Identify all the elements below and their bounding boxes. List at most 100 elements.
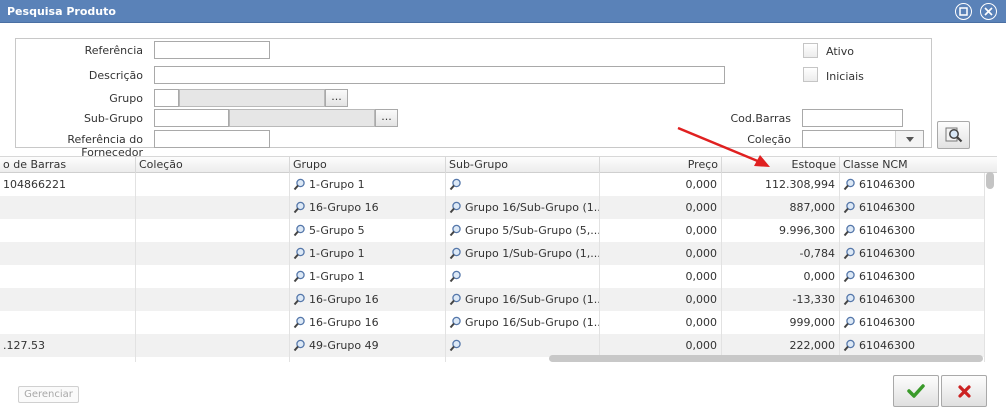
lookup-icon[interactable] bbox=[449, 339, 462, 352]
cell-classe-ncm-text: 61046300 bbox=[859, 201, 915, 214]
table-row[interactable]: 1-Grupo 1 0,000 0,000 61046300 bbox=[0, 265, 985, 288]
descricao-input[interactable] bbox=[154, 66, 725, 84]
lookup-icon[interactable] bbox=[293, 224, 306, 237]
cell-classe-ncm: 61046300 bbox=[840, 219, 985, 242]
subgrupo-lookup-button[interactable]: ... bbox=[375, 109, 398, 127]
chevron-down-icon[interactable] bbox=[895, 131, 923, 147]
lookup-icon[interactable] bbox=[449, 178, 462, 191]
cell-preco: 0,000 bbox=[600, 173, 722, 196]
cell-estoque: 112.308,994 bbox=[722, 173, 840, 196]
lookup-icon[interactable] bbox=[843, 339, 856, 352]
cell-preco-text: 0,000 bbox=[685, 316, 718, 329]
cell-classe-ncm: 61046300 bbox=[840, 196, 985, 219]
cell-colecao bbox=[136, 219, 290, 242]
lookup-icon[interactable] bbox=[293, 247, 306, 260]
column-header-subgrupo[interactable]: Sub-Grupo bbox=[446, 157, 600, 173]
lookup-icon[interactable] bbox=[449, 293, 462, 306]
lookup-icon[interactable] bbox=[843, 178, 856, 191]
cell-estoque: -0,784 bbox=[722, 242, 840, 265]
iniciais-checkbox[interactable] bbox=[803, 67, 818, 82]
cell-grupo-text: 1-Grupo 1 bbox=[309, 178, 365, 191]
cell-colecao bbox=[136, 311, 290, 334]
cell-grupo: 1-Grupo 1 bbox=[290, 173, 446, 196]
grupo-code-input[interactable] bbox=[154, 89, 179, 107]
column-header-cod-barras[interactable]: o de Barras bbox=[0, 157, 136, 173]
cell-preco: 0,000 bbox=[600, 311, 722, 334]
cell-grupo: 16-Grupo 16 bbox=[290, 311, 446, 334]
lookup-icon[interactable] bbox=[843, 201, 856, 214]
vertical-scrollbar[interactable] bbox=[986, 172, 994, 362]
cell-preco: 0,000 bbox=[600, 288, 722, 311]
cell-preco: 0,000 bbox=[600, 219, 722, 242]
lookup-icon[interactable] bbox=[449, 316, 462, 329]
referencia-input[interactable] bbox=[154, 41, 270, 59]
confirm-button[interactable] bbox=[893, 375, 939, 407]
cell-grupo: 5-Grupo 5 bbox=[290, 219, 446, 242]
maximize-icon bbox=[959, 7, 968, 16]
cell-preco: 0,000 bbox=[600, 334, 722, 357]
table-row[interactable]: 104866221 1-Grupo 1 0,000 112.308,994 610463… bbox=[0, 173, 985, 196]
cell-preco-text: 0,000 bbox=[685, 339, 718, 352]
table-row[interactable]: 1-Grupo 1 Grupo 1/Sub-Grupo (1,... 0,000 -0… bbox=[0, 242, 985, 265]
grupo-lookup-button[interactable]: ... bbox=[325, 89, 348, 107]
maximize-button[interactable] bbox=[955, 3, 972, 20]
cell-preco: 0,000 bbox=[600, 196, 722, 219]
cell-grupo-text: 16-Grupo 16 bbox=[309, 293, 379, 306]
close-button[interactable] bbox=[980, 3, 997, 20]
ref-fornecedor-input[interactable] bbox=[154, 130, 270, 148]
cell-subgrupo bbox=[446, 334, 600, 357]
cell-cod-barras bbox=[0, 311, 136, 334]
manage-button[interactable]: Gerenciar bbox=[18, 386, 79, 403]
close-icon bbox=[984, 7, 993, 16]
vertical-scroll-thumb[interactable] bbox=[986, 172, 994, 189]
lookup-icon[interactable] bbox=[293, 339, 306, 352]
cell-colecao bbox=[136, 173, 290, 196]
cell-grupo: 49-Grupo 49 bbox=[290, 334, 446, 357]
lookup-icon[interactable] bbox=[449, 270, 462, 283]
cell-preco-text: 0,000 bbox=[685, 247, 718, 260]
cell-colecao bbox=[136, 242, 290, 265]
lookup-icon[interactable] bbox=[293, 270, 306, 283]
cell-preco-text: 0,000 bbox=[685, 178, 718, 191]
cell-preco-text: 0,000 bbox=[685, 293, 718, 306]
lookup-icon[interactable] bbox=[293, 178, 306, 191]
lookup-icon[interactable] bbox=[449, 224, 462, 237]
cell-preco-text: 0,000 bbox=[685, 270, 718, 283]
ativo-checkbox[interactable] bbox=[803, 43, 818, 58]
lookup-icon[interactable] bbox=[843, 270, 856, 283]
table-row[interactable]: 16-Grupo 16 Grupo 16/Sub-Grupo (1... 0,000… bbox=[0, 311, 985, 334]
cell-classe-ncm-text: 61046300 bbox=[859, 316, 915, 329]
cell-estoque-text: 999,000 bbox=[789, 316, 836, 329]
cell-cod-barras bbox=[0, 242, 136, 265]
column-header-classe-ncm[interactable]: Classe NCM bbox=[840, 157, 997, 173]
lookup-icon[interactable] bbox=[293, 293, 306, 306]
cell-colecao bbox=[136, 357, 290, 362]
cell-classe-ncm: 61046300 bbox=[840, 311, 985, 334]
lookup-icon[interactable] bbox=[843, 293, 856, 306]
cell-subgrupo-text: Grupo 5/Sub-Grupo (5,... bbox=[465, 224, 600, 237]
cod-barras-input[interactable] bbox=[802, 109, 903, 127]
cell-subgrupo bbox=[446, 265, 600, 288]
lookup-icon[interactable] bbox=[293, 316, 306, 329]
lookup-icon[interactable] bbox=[843, 247, 856, 260]
lookup-icon[interactable] bbox=[293, 201, 306, 214]
cancel-button[interactable] bbox=[941, 375, 987, 407]
lookup-icon[interactable] bbox=[843, 316, 856, 329]
lookup-icon[interactable] bbox=[843, 224, 856, 237]
table-row[interactable]: 16-Grupo 16 Grupo 16/Sub-Grupo (1... 0,000… bbox=[0, 288, 985, 311]
table-row[interactable]: .127.53 49-Grupo 49 0,000 222,000 61046300 bbox=[0, 334, 985, 357]
lookup-icon[interactable] bbox=[449, 201, 462, 214]
column-header-grupo[interactable]: Grupo bbox=[290, 157, 446, 173]
lookup-icon[interactable] bbox=[449, 247, 462, 260]
column-header-colecao[interactable]: Coleção bbox=[136, 157, 290, 173]
horizontal-scrollbar[interactable] bbox=[549, 355, 983, 362]
table-row[interactable]: 5-Grupo 5 Grupo 5/Sub-Grupo (5,... 0,000 9.… bbox=[0, 219, 985, 242]
cell-classe-ncm-text: 61046300 bbox=[859, 224, 915, 237]
search-button[interactable] bbox=[937, 121, 970, 149]
colecao-select[interactable] bbox=[802, 130, 924, 148]
cell-estoque-text: -13,330 bbox=[792, 293, 835, 306]
table-row[interactable]: 16-Grupo 16 Grupo 16/Sub-Grupo (1... 0,000… bbox=[0, 196, 985, 219]
referencia-label: Referência bbox=[84, 44, 143, 57]
cell-estoque-text: 9.996,300 bbox=[779, 224, 835, 237]
subgrupo-code-input[interactable] bbox=[154, 109, 229, 127]
